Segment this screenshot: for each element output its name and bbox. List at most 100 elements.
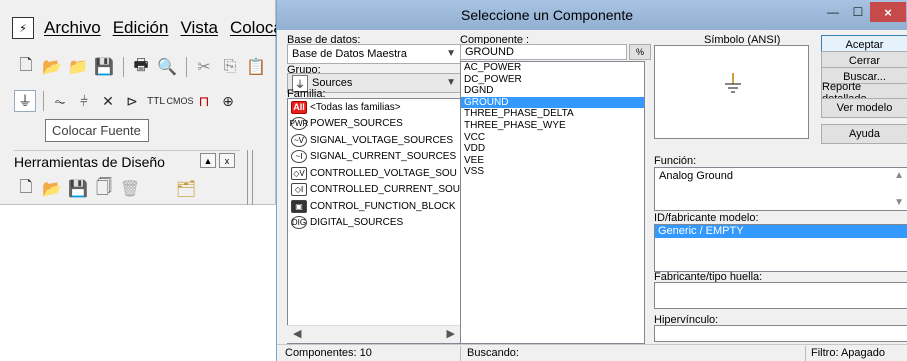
ground-symbol-icon [725,73,741,93]
panel-pin-button[interactable]: ▲ [200,153,216,168]
family-icon: ◇V [291,166,307,180]
component-list-item[interactable]: VSS [461,166,644,178]
family-item[interactable]: ◇I CONTROLLED_CURRENT_SOU [288,182,460,199]
place-analog-icon[interactable]: ⊳ [121,90,143,112]
component-list-item[interactable]: DC_POWER [461,74,644,86]
save-icon[interactable]: 💾 [92,56,116,78]
component-list-item[interactable]: AC_POWER [461,62,644,74]
minimize-button[interactable]: — [821,2,845,22]
model-label: ID/fabricante modelo: [654,212,759,224]
toolbar-separator [123,57,124,77]
database-select[interactable]: Base de Datos Maestra ▼ [287,44,461,64]
chevron-down-icon: ▼ [446,48,456,59]
delete-page-icon[interactable]: 🗑 [118,178,142,200]
status-searching: Buscando: [467,347,519,359]
function-value: Analog Ground [659,170,733,182]
family-item-label: SIGNAL_CURRENT_SOURCES [310,151,457,163]
maximize-button[interactable]: ☐ [846,2,870,22]
family-item-label: POWER_SOURCES [310,118,403,130]
menu-archivo[interactable]: Archivo [44,18,101,38]
open-design-icon[interactable]: 📂 [40,178,64,200]
app-icon[interactable]: ⚡ [12,17,34,39]
family-item[interactable]: All <Todas las familias> [288,99,460,116]
place-cmos-icon[interactable]: CMOS [167,90,194,112]
component-list-item[interactable]: GROUND [461,96,644,109]
family-hscrollbar[interactable]: ◀ ▶ [287,325,461,343]
component-list-item[interactable]: THREE_PHASE_DELTA [461,108,644,120]
menu-vista[interactable]: Vista [180,18,218,38]
print-icon[interactable]: 🖶 [129,56,153,78]
family-item[interactable]: PWR POWER_SOURCES [288,116,460,133]
status-divider [805,346,806,361]
help-button[interactable]: Ayuda [821,124,907,144]
component-list-item[interactable]: VEE [461,155,644,167]
menu-edicion[interactable]: Edición [113,18,169,38]
new-design-icon[interactable]: 🗋 [14,178,38,200]
toolbar-separator [43,91,44,111]
model-list[interactable]: Generic / EMPTY [654,224,907,272]
component-input-value: GROUND [465,46,514,58]
dialog-title: Seleccione un Componente [460,7,633,23]
save-design-icon[interactable]: 💾 [66,178,90,200]
components-toolbar: ⏚ ⏦ ⫩ ✕ ⊳ TTL CMOS ⊓ ⊕ [14,88,241,114]
background-application: ⚡ Archivo Edición Vista Colocar 🗋 📂 📁 💾 … [0,0,289,205]
family-item[interactable]: DIG DIGITAL_SOURCES [288,215,460,232]
footprint-field [654,282,907,309]
close-window-button[interactable]: × [870,2,906,22]
place-diode-icon[interactable]: ⫩ [73,90,95,112]
status-bar: Componentes: 10 Buscando: Filtro: Apagad… [277,344,907,361]
status-divider [460,346,461,361]
hyperlink-field[interactable] [654,325,907,342]
place-transistor-icon[interactable]: ✕ [97,90,119,112]
place-source-icon[interactable]: ⏚ [14,90,36,112]
menu-bar: ⚡ Archivo Edición Vista Colocar [12,16,301,40]
panel-close-button[interactable]: x [219,153,235,168]
family-item-label: DIGITAL_SOURCES [310,217,404,229]
filter-button[interactable]: % [629,44,651,60]
family-item-label: CONTROLLED_VOLTAGE_SOU [310,167,457,179]
family-list[interactable]: All <Todas las familias> PWR POWER_SOURCES ~… [287,98,461,344]
family-item[interactable]: ~V SIGNAL_VOLTAGE_SOURCES [288,132,460,149]
component-list[interactable]: AC_POWER DC_POWER DGND GROUND THREE_PHASE_DE… [460,61,645,344]
open-icon[interactable]: 📂 [40,56,64,78]
print-preview-icon[interactable]: 🔍 [155,56,179,78]
family-item-label: SIGNAL_VOLTAGE_SOURCES [310,134,454,146]
panel-splitter[interactable] [247,150,253,205]
panel-buttons: ▲ x [200,153,238,168]
copy-icon[interactable]: ⎘ [218,56,242,78]
component-input[interactable]: GROUND [460,44,627,60]
family-item[interactable]: ~I SIGNAL_CURRENT_SOURCES [288,149,460,166]
select-component-dialog: Seleccione un Componente — ☐ × Base de d… [276,0,907,361]
place-ttl-icon[interactable]: TTL [145,90,167,112]
cut-icon[interactable]: ✂ [192,56,216,78]
place-mixed-icon[interactable]: ⊕ [217,90,239,112]
component-list-item[interactable]: VDD [461,143,644,155]
title-bar: Seleccione un Componente — ☐ × [277,0,907,30]
family-item[interactable]: ◇V CONTROLLED_VOLTAGE_SOU [288,165,460,182]
component-list-item[interactable]: VCC [461,132,644,144]
design-tools-toolbar: 🗋 📂 💾 🗍 🗑 🗂 [14,176,200,202]
component-list-item[interactable]: THREE_PHASE_WYE [461,120,644,132]
place-misc-digital-icon[interactable]: ⊓ [193,90,215,112]
paste-icon[interactable]: 📋 [244,56,268,78]
scroll-down-icon[interactable]: ▼ [894,197,904,208]
toolbar-separator [186,57,187,77]
project-icon[interactable]: 🗂 [174,178,198,200]
family-icon: ~V [291,133,307,147]
open-folder-icon[interactable]: 📁 [66,56,90,78]
family-icon: DIG [291,216,307,230]
new-file-icon[interactable]: 🗋 [14,56,38,78]
place-basic-icon[interactable]: ⏦ [49,90,71,112]
family-item[interactable]: ▣ CONTROL_FUNCTION_BLOCK [288,198,460,215]
family-icon: All [291,100,307,114]
scroll-right-icon[interactable]: ▶ [447,327,455,340]
new-page-icon[interactable]: 🗍 [92,178,116,200]
family-icon: ~I [291,150,307,164]
scroll-up-icon[interactable]: ▲ [894,170,904,181]
component-list-item[interactable]: DGND [461,85,644,97]
status-components-count: Componentes: 10 [285,347,372,359]
scroll-left-icon[interactable]: ◀ [293,327,301,340]
chevron-down-icon: ▼ [446,77,456,88]
view-model-button[interactable]: Ver modelo [821,98,907,118]
model-item-selected[interactable]: Generic / EMPTY [655,225,907,238]
